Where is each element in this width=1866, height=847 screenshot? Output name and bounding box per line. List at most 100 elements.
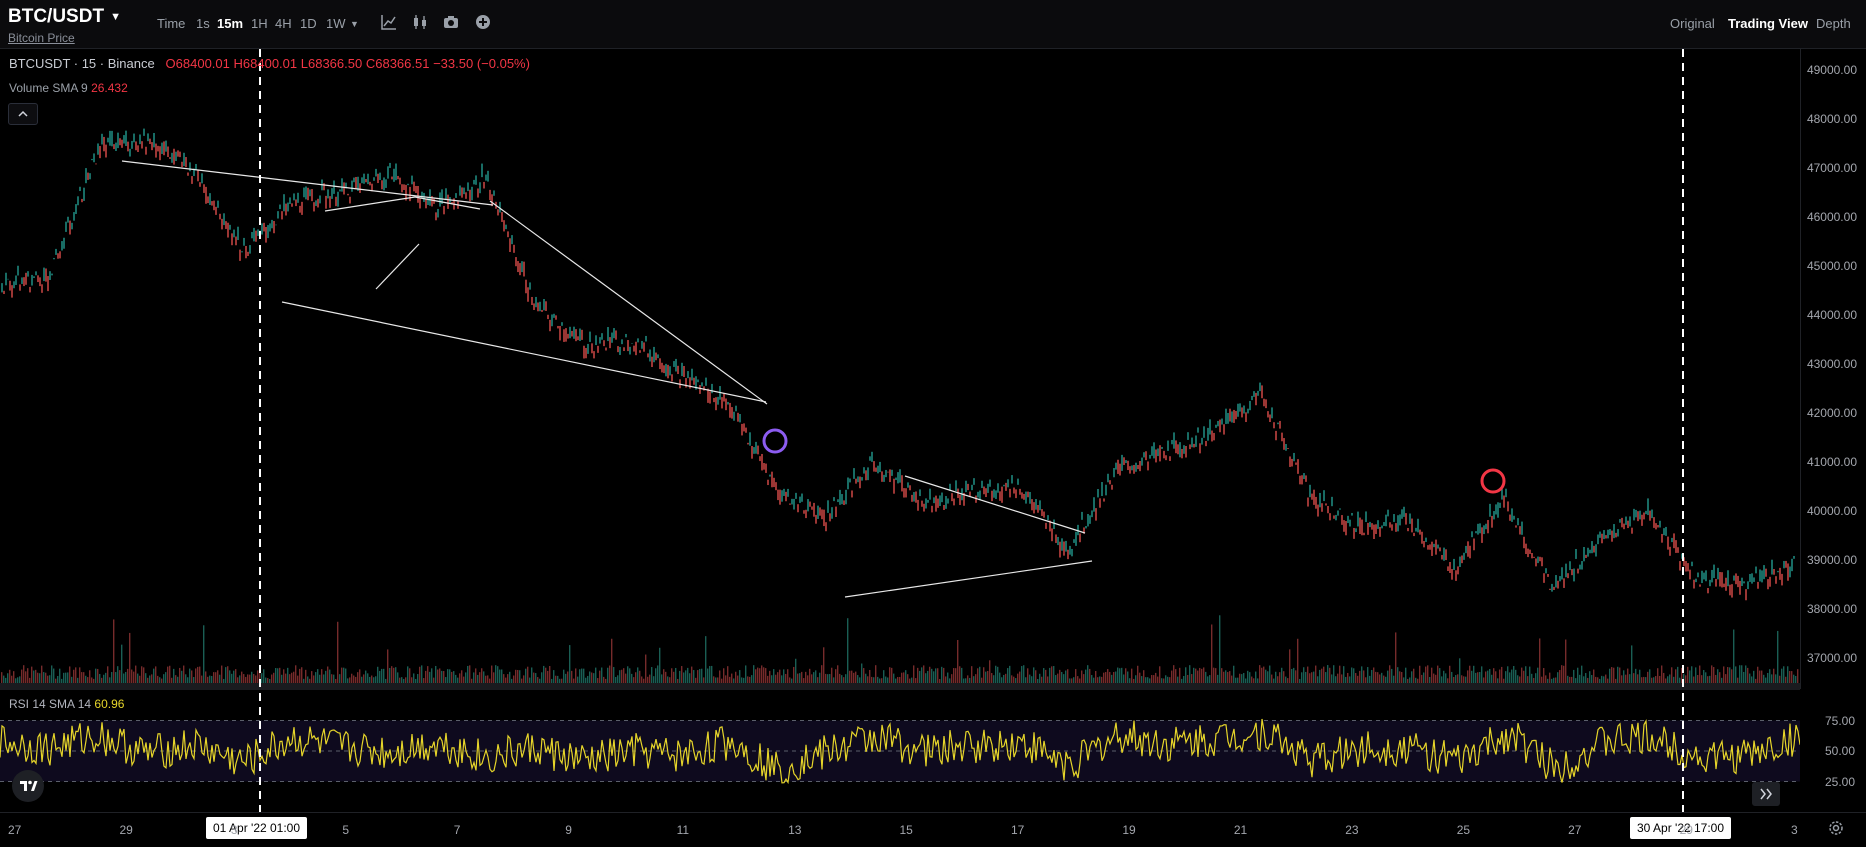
volume-bar (983, 667, 984, 683)
volume-bar (191, 670, 192, 683)
volume-bar (1247, 671, 1248, 683)
price-axis[interactable]: 49000.0048000.0047000.0046000.0045000.00… (1800, 49, 1866, 689)
volume-bar (273, 673, 274, 683)
timeframe-1s[interactable]: 1s (196, 16, 210, 31)
volume-bar (1471, 671, 1472, 683)
volume-bar (1431, 668, 1432, 683)
volume-bar (921, 667, 922, 683)
volume-bar (605, 679, 606, 683)
volume-bar (1487, 671, 1488, 683)
time-axis-label: 17 (1011, 823, 1024, 837)
volume-bar (129, 633, 130, 683)
volume-bar (1667, 676, 1668, 683)
volume-bar (707, 669, 708, 683)
volume-bar (1093, 678, 1094, 683)
volume-bar (1175, 669, 1176, 683)
timeframe-15m[interactable]: 15m (217, 16, 243, 31)
indicators-icon[interactable] (380, 13, 398, 31)
volume-bar (241, 672, 242, 683)
volume-bar (1239, 674, 1240, 683)
volume-bar (1235, 678, 1236, 683)
time-axis-label: 21 (1234, 823, 1247, 837)
settings-gear-icon[interactable] (1826, 818, 1846, 838)
volume-bar (965, 678, 966, 683)
volume-bar (1335, 676, 1336, 683)
camera-icon[interactable] (442, 13, 460, 31)
volume-bar (1763, 675, 1764, 683)
volume-bar (759, 668, 760, 683)
volume-bar (643, 679, 644, 683)
volume-bar (19, 676, 20, 683)
volume-bar (17, 677, 18, 683)
volume-bar (919, 671, 920, 683)
view-trading-view[interactable]: Trading View (1728, 16, 1808, 31)
timeframe-dropdown-icon[interactable]: ▼ (350, 19, 359, 29)
volume-bar (105, 673, 106, 683)
volume-bar (1007, 668, 1008, 683)
price-chart[interactable] (0, 49, 1800, 812)
timeframe-1w[interactable]: 1W (326, 16, 346, 31)
volume-bar (1685, 675, 1686, 683)
timeframe-time[interactable]: Time (157, 16, 185, 31)
volume-bar (1003, 675, 1004, 683)
symbol-subtitle-link[interactable]: Bitcoin Price (8, 31, 75, 45)
tradingview-logo-icon[interactable] (12, 770, 44, 802)
timeframe-1d[interactable]: 1D (300, 16, 317, 31)
symbol-selector[interactable]: BTC/USDT▼ (8, 6, 121, 28)
view-depth[interactable]: Depth (1816, 16, 1851, 31)
plus-icon[interactable] (474, 13, 492, 31)
volume-bar (901, 673, 902, 683)
volume-bar (1601, 676, 1602, 683)
timeframe-4h[interactable]: 4H (275, 16, 292, 31)
volume-bar (1637, 674, 1638, 683)
volume-bar (469, 665, 470, 683)
volume-bar (289, 674, 290, 683)
volume-bar (255, 675, 256, 683)
view-original[interactable]: Original (1670, 16, 1715, 31)
time-axis-label: 13 (788, 823, 801, 837)
volume-bar (1401, 672, 1402, 683)
volume-bar (1491, 675, 1492, 683)
volume-bar (1605, 675, 1606, 683)
volume-bar (79, 667, 80, 683)
volume-bar (1203, 667, 1204, 683)
volume-bar (1091, 675, 1092, 683)
rsi-axis-label: 75.00 (1825, 714, 1855, 728)
volume-bar (1475, 673, 1476, 683)
volume-bar (347, 678, 348, 683)
volume-bar (1719, 672, 1720, 683)
volume-bar (1143, 670, 1144, 683)
volume-bar (569, 645, 570, 683)
volume-bar (1455, 675, 1456, 683)
collapse-legend-button[interactable] (8, 103, 38, 125)
volume-bar (371, 676, 372, 683)
volume-bar (545, 668, 546, 683)
volume-bar (1297, 639, 1298, 683)
volume-bar (1453, 677, 1454, 683)
volume-bar (427, 666, 428, 683)
volume-bar (1589, 671, 1590, 683)
volume-bar (1059, 670, 1060, 683)
volume-bar (1417, 679, 1418, 683)
candle-type-icon[interactable] (411, 13, 429, 31)
volume-bar (527, 667, 528, 683)
timeframe-1h[interactable]: 1H (251, 16, 268, 31)
volume-bar (1779, 676, 1780, 683)
volume-bar (1163, 678, 1164, 683)
volume-bar (1307, 667, 1308, 683)
volume-bar (485, 676, 486, 683)
volume-bar (195, 668, 196, 683)
volume-bar (737, 676, 738, 683)
volume-bar (867, 676, 868, 683)
volume-bar (13, 671, 14, 683)
scroll-to-realtime-button[interactable] (1752, 782, 1780, 806)
time-axis[interactable]: 01 Apr '22 01:00 30 Apr '22 17:00 272935… (0, 812, 1866, 847)
volume-bar (549, 666, 550, 683)
volume-bar (1063, 674, 1064, 683)
volume-bar (1519, 676, 1520, 683)
volume-bar (1599, 679, 1600, 683)
volume-bar (1555, 677, 1556, 683)
volume-bar (295, 665, 296, 683)
volume-bar (271, 675, 272, 683)
volume-bar (29, 678, 30, 683)
